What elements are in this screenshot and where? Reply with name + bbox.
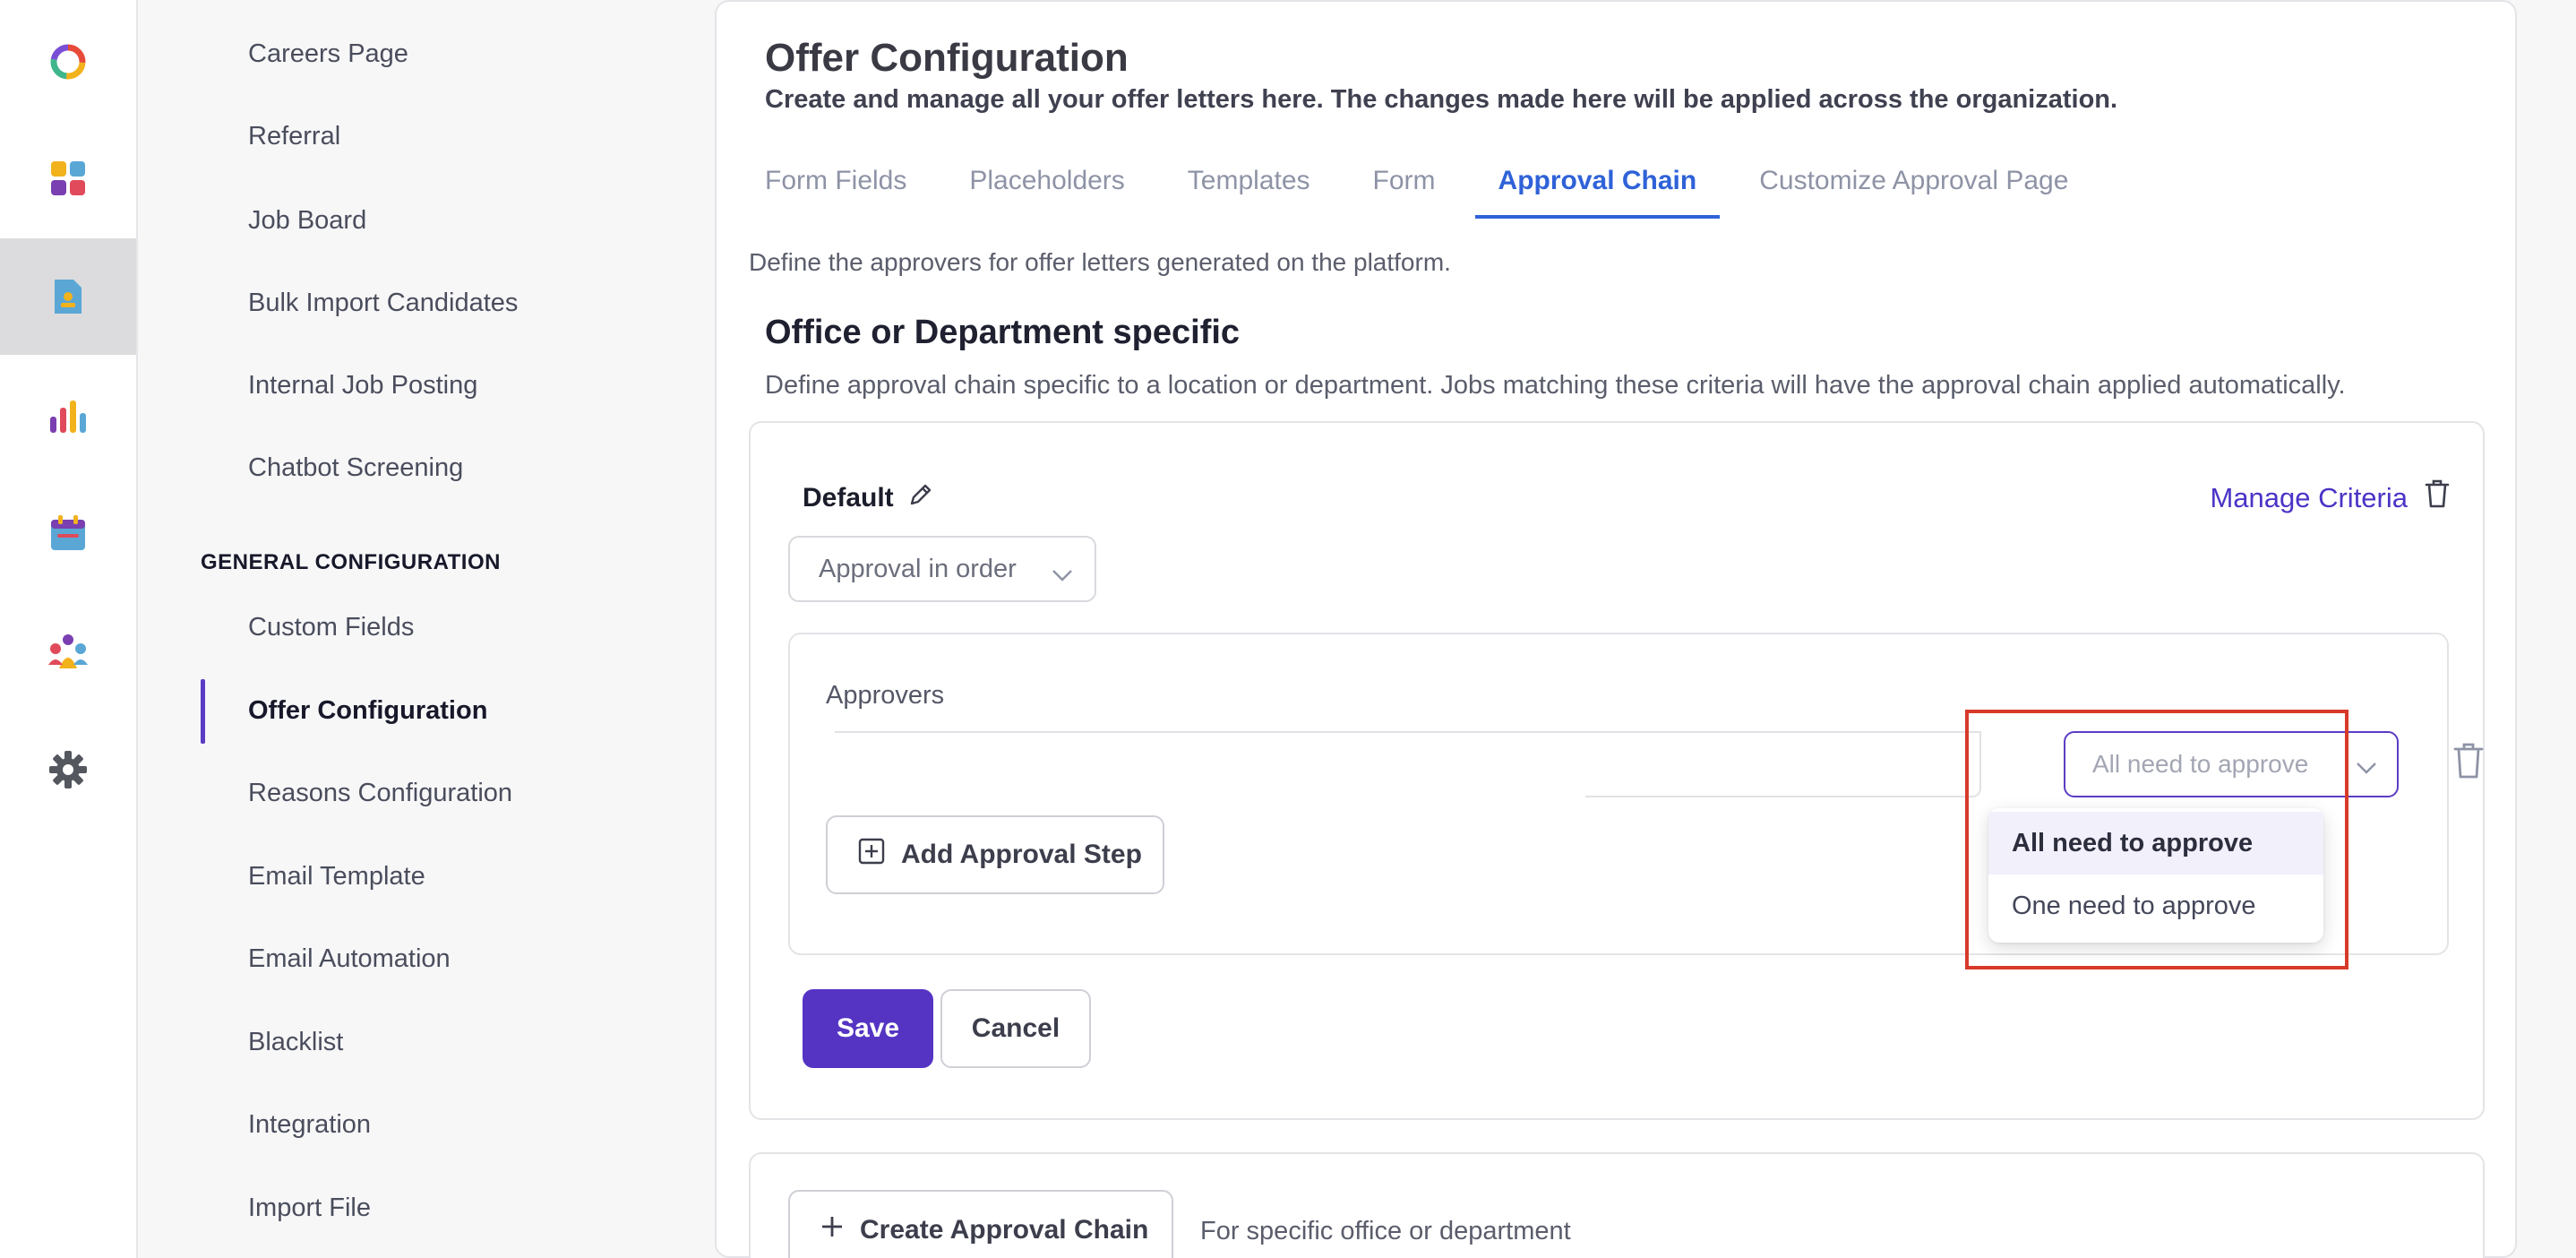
section-title: Office or Department specific: [765, 314, 1241, 351]
tab-templates[interactable]: Templates: [1188, 161, 1310, 219]
sidebar-item-bulk-import[interactable]: Bulk Import Candidates: [248, 287, 518, 319]
create-chain-card: Create Approval Chain For specific offic…: [749, 1152, 2485, 1258]
tab-form-fields[interactable]: Form Fields: [765, 161, 906, 219]
tab-form[interactable]: Form: [1373, 161, 1436, 219]
dropdown-option-all-need[interactable]: All need to approve: [1988, 812, 2323, 875]
pencil-icon[interactable]: [906, 480, 935, 516]
document-icon[interactable]: [0, 238, 136, 355]
approval-order-select[interactable]: Approval in order: [788, 536, 1096, 602]
team-icon[interactable]: [0, 593, 136, 710]
sidebar-item-offer-configuration[interactable]: Offer Configuration: [248, 694, 487, 727]
sidebar-item-reasons-configuration[interactable]: Reasons Configuration: [248, 777, 512, 809]
tab-bar: Form Fields Placeholders Templates Form …: [765, 161, 2131, 219]
approval-chain-card: Default Manage Criteria Approval in orde…: [749, 421, 2485, 1120]
logo-ring-icon[interactable]: [0, 4, 136, 120]
sidebar-item-internal-job-posting[interactable]: Internal Job Posting: [248, 369, 477, 401]
approval-mode-select[interactable]: All need to approve: [2064, 731, 2399, 797]
plus-icon: [820, 1215, 844, 1245]
tab-approval-chain[interactable]: Approval Chain: [1474, 161, 1720, 219]
tab-description: Define the approvers for offer letters g…: [749, 248, 1451, 276]
gear-icon[interactable]: [0, 711, 136, 828]
trash-icon[interactable]: [2452, 742, 2485, 784]
chevron-down-icon: [2356, 754, 2377, 783]
sidebar-item-email-automation[interactable]: Email Automation: [248, 943, 451, 975]
add-approval-step-label: Add Approval Step: [901, 840, 1142, 869]
chain-name-label: Default: [803, 483, 894, 513]
approval-mode-value: All need to approve: [2092, 750, 2309, 778]
sidebar-item-integration[interactable]: Integration: [248, 1108, 371, 1141]
tab-placeholders[interactable]: Placeholders: [969, 161, 1124, 219]
page-title: Offer Configuration: [765, 36, 1129, 80]
dropdown-option-one-need[interactable]: One need to approve: [1988, 875, 2323, 937]
trash-icon[interactable]: [2424, 478, 2451, 513]
cancel-button[interactable]: Cancel: [940, 989, 1091, 1068]
create-approval-chain-label: Create Approval Chain: [860, 1215, 1149, 1245]
bar-chart-icon[interactable]: [0, 358, 136, 475]
sidebar-item-referral[interactable]: Referral: [248, 120, 340, 152]
sidebar-section-title: GENERAL CONFIGURATION: [201, 550, 501, 574]
tab-customize-approval-page[interactable]: Customize Approval Page: [1759, 161, 2068, 219]
add-approval-step-button[interactable]: Add Approval Step: [826, 815, 1164, 894]
sidebar-item-job-board[interactable]: Job Board: [248, 204, 366, 237]
sidebar-item-chatbot-screening[interactable]: Chatbot Screening: [248, 452, 463, 484]
sidebar-item-careers-page[interactable]: Careers Page: [248, 38, 408, 70]
sidebar-item-blacklist[interactable]: Blacklist: [248, 1026, 343, 1058]
sidebar-item-custom-fields[interactable]: Custom Fields: [248, 611, 414, 643]
create-chain-description: For specific office or department: [1200, 1217, 1571, 1245]
calendar-icon[interactable]: [0, 475, 136, 591]
section-description: Define approval chain specific to a loca…: [765, 371, 2346, 400]
sidebar-item-email-template[interactable]: Email Template: [248, 860, 425, 892]
main-panel: Offer Configuration Create and manage al…: [715, 0, 2517, 1258]
approvers-label: Approvers: [826, 681, 945, 710]
chevron-down-icon: [1052, 561, 1073, 590]
save-button[interactable]: Save: [803, 989, 933, 1068]
manage-criteria-link[interactable]: Manage Criteria: [2210, 482, 2408, 514]
sidebar-active-indicator: [201, 679, 205, 744]
sidebar-item-import-file[interactable]: Import File: [248, 1192, 371, 1224]
chain-name: Default: [803, 480, 935, 516]
approvers-input[interactable]: [1585, 731, 1981, 797]
approval-order-value: Approval in order: [819, 554, 1017, 583]
plus-square-icon: [858, 838, 885, 872]
page-subtitle: Create and manage all your offer letters…: [765, 85, 2118, 114]
settings-sidebar: Careers Page Referral Job Board Bulk Imp…: [140, 0, 715, 1258]
icon-rail: [0, 0, 138, 1258]
approval-mode-dropdown: All need to approve One need to approve: [1988, 808, 2323, 943]
create-approval-chain-button[interactable]: Create Approval Chain: [788, 1190, 1173, 1258]
apps-grid-icon[interactable]: [0, 120, 136, 237]
